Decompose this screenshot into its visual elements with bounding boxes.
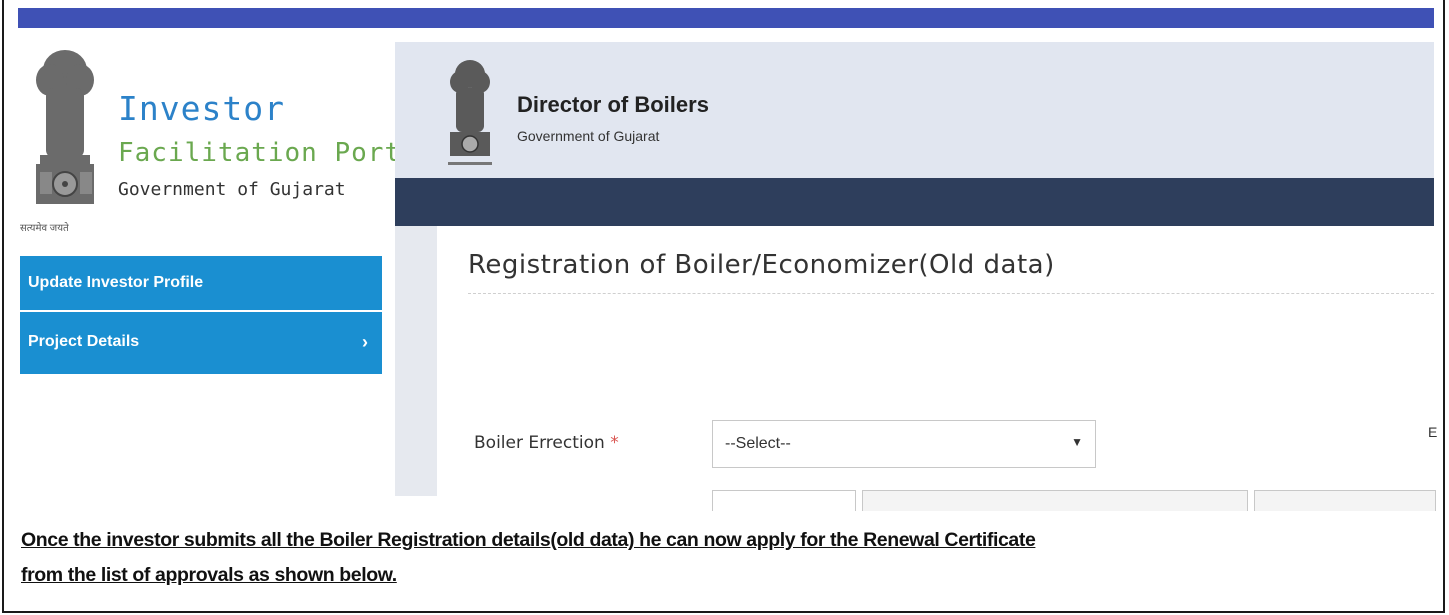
top-accent-bar bbox=[18, 8, 1434, 28]
text-input[interactable] bbox=[862, 490, 1248, 511]
boiler-erection-select[interactable]: --Select-- ▼ bbox=[712, 420, 1096, 468]
instruction-caption: Once the investor submits all the Boiler… bbox=[21, 523, 1431, 593]
chevron-right-icon: › bbox=[362, 332, 368, 352]
national-emblem-icon bbox=[36, 50, 94, 204]
sidebar-item-label: Update Investor Profile bbox=[28, 274, 204, 291]
required-marker: * bbox=[610, 433, 619, 453]
boiler-erection-label: Boiler Errection * bbox=[474, 433, 619, 453]
page-title: Registration of Boiler/Economizer(Old da… bbox=[468, 250, 1055, 280]
text-input[interactable] bbox=[1254, 490, 1436, 511]
date-input[interactable] bbox=[712, 490, 856, 511]
logo-subtitle: Government of Gujarat bbox=[118, 179, 346, 200]
logo-title-investor: Investor bbox=[118, 89, 285, 128]
dropdown-arrow-icon: ▼ bbox=[1071, 435, 1083, 449]
select-value: --Select-- bbox=[725, 435, 791, 452]
logo-title-facilitation: Facilitation Portal bbox=[118, 138, 435, 168]
sidebar-item-update-investor-profile[interactable]: Update Investor Profile bbox=[20, 256, 382, 312]
boiler-erection-label-text: Boiler Errection bbox=[474, 433, 605, 453]
cut-off-label: E bbox=[1428, 424, 1438, 440]
heading-divider bbox=[468, 293, 1434, 294]
national-emblem-icon bbox=[448, 60, 492, 165]
department-subtitle: Government of Gujarat bbox=[517, 128, 660, 144]
sidebar-item-project-details[interactable]: Project Details › bbox=[20, 314, 382, 370]
caption-line-1: Once the investor submits all the Boiler… bbox=[21, 529, 1036, 551]
sidebar-item-label: Project Details bbox=[28, 333, 140, 350]
content-side-strip bbox=[395, 226, 437, 496]
navigation-bar bbox=[395, 178, 1434, 226]
emblem-motto: सत्यमेव जयते bbox=[20, 223, 69, 234]
caption-line-2: from the list of approvals as shown belo… bbox=[21, 564, 397, 586]
sidebar-menu: Update Investor Profile Project Details … bbox=[20, 256, 382, 374]
department-title: Director of Boilers bbox=[517, 92, 709, 117]
